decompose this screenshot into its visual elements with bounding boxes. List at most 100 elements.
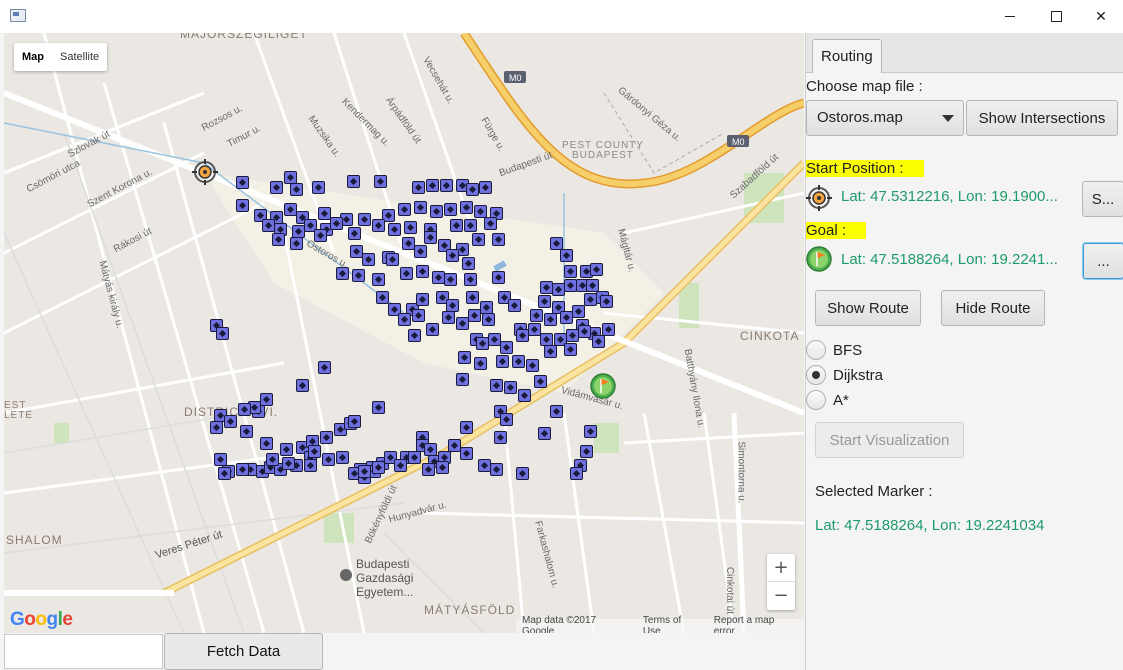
intersection-marker[interactable]: [560, 311, 573, 324]
intersection-marker[interactable]: [372, 273, 385, 286]
intersection-marker[interactable]: [444, 203, 457, 216]
fetch-data-button[interactable]: Fetch Data: [164, 633, 323, 670]
intersection-marker[interactable]: [550, 405, 563, 418]
intersection-marker[interactable]: [494, 431, 507, 444]
intersection-marker[interactable]: [240, 425, 253, 438]
intersection-marker[interactable]: [440, 179, 453, 192]
intersection-marker[interactable]: [538, 427, 551, 440]
intersection-marker[interactable]: [544, 345, 557, 358]
intersection-marker[interactable]: [460, 421, 473, 434]
intersection-marker[interactable]: [408, 329, 421, 342]
intersection-marker[interactable]: [376, 291, 389, 304]
map-type-map-button[interactable]: Map: [14, 43, 52, 71]
radio-bfs-indicator[interactable]: [806, 340, 826, 360]
tab-routing[interactable]: Routing: [812, 39, 882, 73]
intersection-marker[interactable]: [280, 443, 293, 456]
intersection-marker[interactable]: [388, 223, 401, 236]
intersection-marker[interactable]: [358, 213, 371, 226]
set-start-button[interactable]: S...: [1082, 181, 1123, 217]
fetch-input[interactable]: [4, 634, 163, 669]
intersection-marker[interactable]: [270, 181, 283, 194]
map-file-select[interactable]: Ostoros.map: [806, 100, 964, 136]
intersection-marker[interactable]: [492, 271, 505, 284]
intersection-marker[interactable]: [216, 327, 229, 340]
intersection-marker[interactable]: [430, 205, 443, 218]
show-route-button[interactable]: Show Route: [815, 290, 921, 326]
intersection-marker[interactable]: [372, 461, 385, 474]
intersection-marker[interactable]: [580, 445, 593, 458]
intersection-marker[interactable]: [322, 453, 335, 466]
intersection-marker[interactable]: [442, 311, 455, 324]
intersection-marker[interactable]: [530, 309, 543, 322]
intersection-marker[interactable]: [224, 415, 237, 428]
intersection-marker[interactable]: [600, 295, 613, 308]
intersection-marker[interactable]: [348, 227, 361, 240]
intersection-marker[interactable]: [400, 267, 413, 280]
intersection-marker[interactable]: [504, 381, 517, 394]
intersection-marker[interactable]: [512, 355, 525, 368]
intersection-marker[interactable]: [446, 249, 459, 262]
radio-bfs[interactable]: BFS: [806, 339, 862, 361]
intersection-marker[interactable]: [516, 467, 529, 480]
intersection-marker[interactable]: [500, 413, 513, 426]
zoom-out-button[interactable]: −: [767, 582, 795, 610]
intersection-marker[interactable]: [416, 265, 429, 278]
intersection-marker[interactable]: [500, 341, 513, 354]
maximize-button[interactable]: [1033, 0, 1079, 33]
intersection-marker[interactable]: [412, 181, 425, 194]
intersection-marker[interactable]: [398, 203, 411, 216]
intersection-marker[interactable]: [472, 233, 485, 246]
intersection-marker[interactable]: [426, 179, 439, 192]
show-intersections-button[interactable]: Show Intersections: [966, 100, 1118, 136]
intersection-marker[interactable]: [584, 425, 597, 438]
intersection-marker[interactable]: [564, 343, 577, 356]
intersection-marker[interactable]: [460, 447, 473, 460]
intersection-marker[interactable]: [466, 291, 479, 304]
intersection-marker[interactable]: [572, 305, 585, 318]
intersection-marker[interactable]: [272, 233, 285, 246]
intersection-marker[interactable]: [318, 361, 331, 374]
intersection-marker[interactable]: [416, 293, 429, 306]
radio-dijkstra-indicator[interactable]: [806, 365, 826, 385]
intersection-marker[interactable]: [296, 379, 309, 392]
intersection-marker[interactable]: [308, 445, 321, 458]
intersection-marker[interactable]: [424, 231, 437, 244]
intersection-marker[interactable]: [426, 323, 439, 336]
intersection-marker[interactable]: [484, 217, 497, 230]
intersection-marker[interactable]: [336, 267, 349, 280]
intersection-marker[interactable]: [218, 467, 231, 480]
intersection-marker[interactable]: [538, 295, 551, 308]
intersection-marker[interactable]: [398, 313, 411, 326]
intersection-marker[interactable]: [238, 403, 251, 416]
intersection-marker[interactable]: [372, 401, 385, 414]
intersection-marker[interactable]: [266, 453, 279, 466]
google-logo[interactable]: Google: [10, 609, 73, 631]
intersection-marker[interactable]: [464, 273, 477, 286]
intersection-marker[interactable]: [518, 389, 531, 402]
intersection-marker[interactable]: [374, 175, 387, 188]
intersection-marker[interactable]: [590, 263, 603, 276]
intersection-marker[interactable]: [602, 323, 615, 336]
intersection-marker[interactable]: [336, 451, 349, 464]
intersection-marker[interactable]: [456, 373, 469, 386]
intersection-marker[interactable]: [358, 465, 371, 478]
flag-icon[interactable]: [590, 373, 616, 399]
intersection-marker[interactable]: [236, 463, 249, 476]
intersection-marker[interactable]: [282, 457, 295, 470]
radio-dijkstra[interactable]: Dijkstra: [806, 364, 883, 386]
terms-of-use-link[interactable]: Terms of Use: [643, 615, 702, 633]
map-type-satellite-button[interactable]: Satellite: [52, 43, 107, 71]
intersection-marker[interactable]: [330, 217, 343, 230]
intersection-marker[interactable]: [464, 219, 477, 232]
intersection-marker[interactable]: [450, 219, 463, 232]
intersection-marker[interactable]: [210, 421, 223, 434]
intersection-marker[interactable]: [290, 183, 303, 196]
radio-astar-indicator[interactable]: [806, 390, 826, 410]
intersection-marker[interactable]: [352, 269, 365, 282]
target-crosshair-icon[interactable]: [192, 159, 218, 185]
intersection-marker[interactable]: [468, 309, 481, 322]
poi-label[interactable]: Budapesti Gazdasági Egyetem...: [356, 557, 436, 599]
intersection-marker[interactable]: [496, 355, 509, 368]
intersection-marker[interactable]: [304, 459, 317, 472]
intersection-marker[interactable]: [560, 249, 573, 262]
